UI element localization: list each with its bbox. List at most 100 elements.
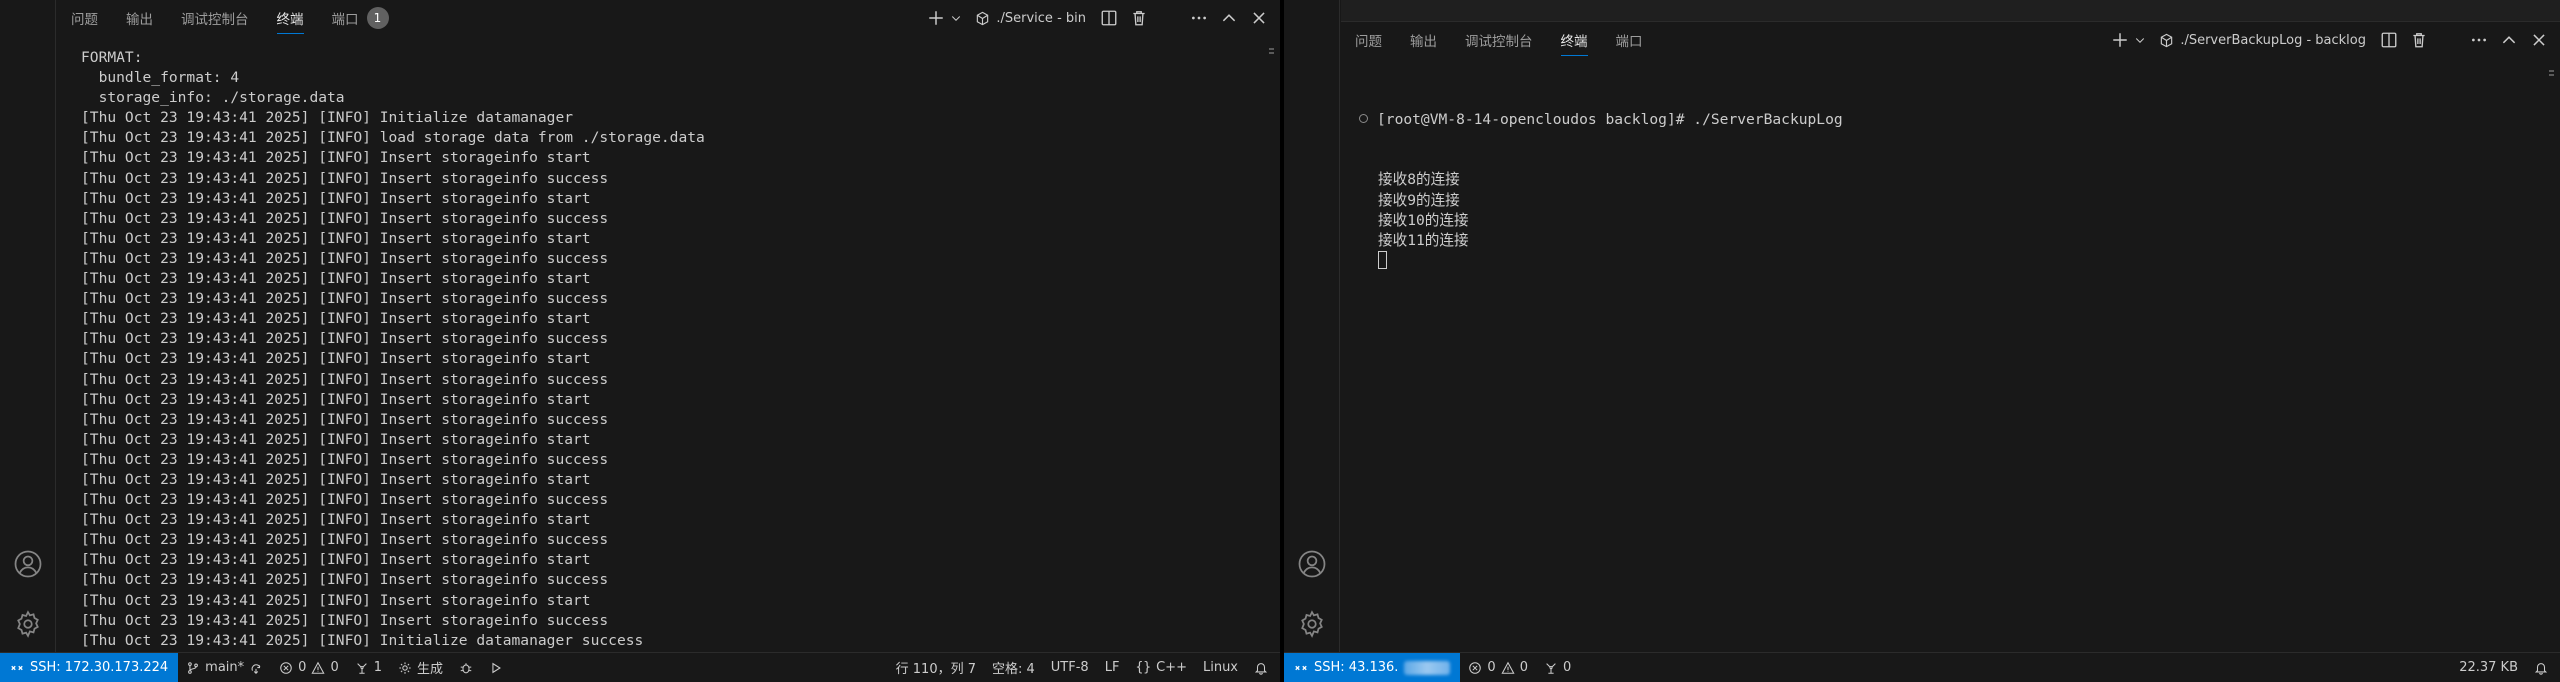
maximize-panel-button[interactable] bbox=[1216, 4, 1242, 32]
maximize-panel-button[interactable] bbox=[2496, 26, 2522, 54]
terminal-line: 接收9的连接 bbox=[1378, 191, 1460, 209]
split-terminal-button[interactable] bbox=[1096, 4, 1122, 32]
notifications-button[interactable] bbox=[2526, 653, 2560, 682]
terminal-instance-button[interactable]: ./ServerBackupLog - backlog bbox=[2153, 26, 2372, 54]
error-count: 0 bbox=[298, 660, 307, 675]
status-bar: SSH: 172.30.173.224 main* 0 0 1 生成 行 110… bbox=[0, 652, 1280, 682]
notifications-button[interactable] bbox=[1246, 653, 1280, 682]
run-icon bbox=[492, 662, 501, 673]
tab-ports[interactable]: 端口 bbox=[1602, 22, 1657, 58]
scrollbar[interactable] bbox=[2549, 70, 2554, 76]
terminal-line: [Thu Oct 23 19:43:41 2025] [INFO] Insert… bbox=[81, 571, 609, 589]
new-terminal-button[interactable] bbox=[2107, 26, 2133, 54]
build-icon bbox=[399, 661, 411, 674]
terminal-lines: 接收8的连接 接收9的连接 接收10的连接 接收11的连接 bbox=[1359, 170, 2540, 270]
ports-status[interactable]: 0 bbox=[1536, 653, 1579, 682]
editor-area-edge bbox=[1341, 0, 2560, 22]
terminal-line: [Thu Oct 23 19:43:41 2025] [INFO] Insert… bbox=[81, 470, 591, 488]
prompt-line: [root@VM-8-14-opencloudos backlog]# ./Se… bbox=[1359, 110, 2540, 130]
terminal-panel: 问题 输出 调试控制台 终端 端口 ./ServerBackupLog - ba… bbox=[1341, 22, 2560, 652]
close-icon bbox=[2533, 34, 2545, 46]
ports-badge: 1 bbox=[366, 7, 389, 29]
tab-debug-console[interactable]: 调试控制台 bbox=[167, 0, 263, 36]
activity-bar bbox=[0, 0, 56, 652]
terminal-output[interactable]: [root@VM-8-14-opencloudos backlog]# ./Se… bbox=[1359, 70, 2540, 652]
chevron-up-icon bbox=[1222, 14, 1236, 22]
tab-output[interactable]: 输出 bbox=[112, 0, 167, 36]
tab-terminal[interactable]: 终端 bbox=[1547, 22, 1602, 58]
right-window: 问题 输出 调试控制台 终端 端口 ./ServerBackupLog - ba… bbox=[1284, 0, 2560, 682]
tab-debug-console[interactable]: 调试控制台 bbox=[1451, 22, 1547, 58]
terminal-dropdown-button[interactable] bbox=[2131, 26, 2149, 54]
terminal-icon bbox=[2161, 33, 2173, 47]
terminal-icon bbox=[977, 11, 989, 25]
terminal-line: storage_info: ./storage.data bbox=[81, 89, 345, 107]
kill-terminal-button[interactable] bbox=[2406, 26, 2432, 54]
status-bar: SSH: 43.136. 0 0 0 22.37 KB bbox=[1284, 652, 2560, 682]
plus-icon bbox=[2113, 33, 2128, 47]
chevron-up-icon bbox=[2502, 36, 2516, 44]
end-of-line[interactable]: LF bbox=[1097, 653, 1128, 682]
terminal-line: [Thu Oct 23 19:43:41 2025] [INFO] Insert… bbox=[81, 270, 591, 288]
remote-indicator[interactable]: SSH: 172.30.173.224 bbox=[0, 652, 179, 682]
port-icon bbox=[1546, 662, 1556, 674]
tab-terminal[interactable]: 终端 bbox=[263, 0, 318, 36]
cursor-position[interactable]: 行 110，列 7 bbox=[888, 653, 984, 682]
terminal-line: FORMAT: bbox=[81, 49, 143, 66]
warning-icon bbox=[1501, 661, 1515, 674]
split-terminal-button[interactable] bbox=[2376, 26, 2402, 54]
branch-status[interactable]: main* bbox=[178, 653, 271, 682]
problems-status[interactable]: 0 0 bbox=[1460, 653, 1536, 682]
terminal-line: [Thu Oct 23 19:43:41 2025] [INFO] Insert… bbox=[81, 350, 591, 368]
command-decoration-icon[interactable] bbox=[1359, 114, 1368, 124]
scrollbar[interactable] bbox=[1269, 48, 1274, 54]
terminal-dropdown-button[interactable] bbox=[947, 4, 965, 32]
os-indicator[interactable]: Linux bbox=[1195, 653, 1246, 682]
error-count: 0 bbox=[1487, 660, 1496, 675]
terminal-line: [Thu Oct 23 19:43:41 2025] [INFO] load s… bbox=[81, 129, 705, 147]
close-panel-button[interactable] bbox=[2526, 26, 2552, 54]
debug-button[interactable] bbox=[451, 653, 481, 682]
language-mode[interactable]: {} C++ bbox=[1127, 653, 1195, 682]
terminal-line: [Thu Oct 23 19:43:41 2025] [INFO] Insert… bbox=[81, 290, 609, 308]
language-label: C++ bbox=[1156, 660, 1187, 675]
port-icon bbox=[356, 662, 367, 674]
terminal-line: [Thu Oct 23 19:43:41 2025] [INFO] Insert… bbox=[81, 611, 609, 629]
more-actions-button[interactable] bbox=[1186, 4, 1212, 32]
build-button[interactable]: 生成 bbox=[390, 653, 451, 682]
tab-problems[interactable]: 问题 bbox=[57, 0, 112, 36]
account-icon[interactable] bbox=[0, 540, 56, 588]
account-icon[interactable] bbox=[1284, 540, 1340, 588]
terminal-line: [Thu Oct 23 19:43:41 2025] [INFO] Insert… bbox=[81, 169, 609, 187]
ellipsis-icon bbox=[1192, 16, 1206, 20]
run-button[interactable] bbox=[481, 653, 511, 682]
panel-actions: ./ServerBackupLog - backlog bbox=[2107, 22, 2552, 58]
problems-status[interactable]: 0 0 bbox=[271, 653, 347, 682]
indentation[interactable]: 空格: 4 bbox=[984, 653, 1043, 682]
terminal-output[interactable]: FORMAT: bundle_format: 4 storage_info: .… bbox=[81, 48, 1260, 682]
close-icon bbox=[1253, 12, 1265, 24]
terminal-line: [Thu Oct 23 19:43:41 2025] [INFO] Insert… bbox=[81, 310, 591, 328]
file-size[interactable]: 22.37 KB bbox=[2451, 653, 2526, 682]
separator bbox=[2436, 26, 2462, 54]
split-icon bbox=[2381, 32, 2397, 48]
terminal-line: 接收10的连接 bbox=[1378, 211, 1469, 229]
kill-terminal-button[interactable] bbox=[1126, 4, 1152, 32]
ports-status[interactable]: 1 bbox=[347, 653, 390, 682]
gear-icon[interactable] bbox=[0, 600, 56, 648]
terminal-line: 接收8的连接 bbox=[1378, 171, 1460, 189]
terminal-title: ./ServerBackupLog - backlog bbox=[2180, 32, 2366, 48]
gear-icon[interactable] bbox=[1284, 600, 1340, 648]
tab-output[interactable]: 输出 bbox=[1396, 22, 1451, 58]
encoding[interactable]: UTF-8 bbox=[1043, 653, 1097, 682]
more-actions-button[interactable] bbox=[2466, 26, 2492, 54]
terminal-line: [Thu Oct 23 19:43:41 2025] [INFO] Insert… bbox=[81, 591, 591, 609]
terminal-line: [Thu Oct 23 19:43:41 2025] [INFO] Insert… bbox=[81, 430, 591, 448]
tab-ports[interactable]: 端口 1 bbox=[318, 0, 403, 36]
tab-problems[interactable]: 问题 bbox=[1341, 22, 1396, 58]
bell-icon bbox=[1254, 662, 1268, 675]
remote-indicator[interactable]: SSH: 43.136. bbox=[1284, 652, 1461, 682]
close-panel-button[interactable] bbox=[1246, 4, 1272, 32]
terminal-instance-button[interactable]: ./Service - bin bbox=[969, 4, 1092, 32]
new-terminal-button[interactable] bbox=[923, 4, 949, 32]
